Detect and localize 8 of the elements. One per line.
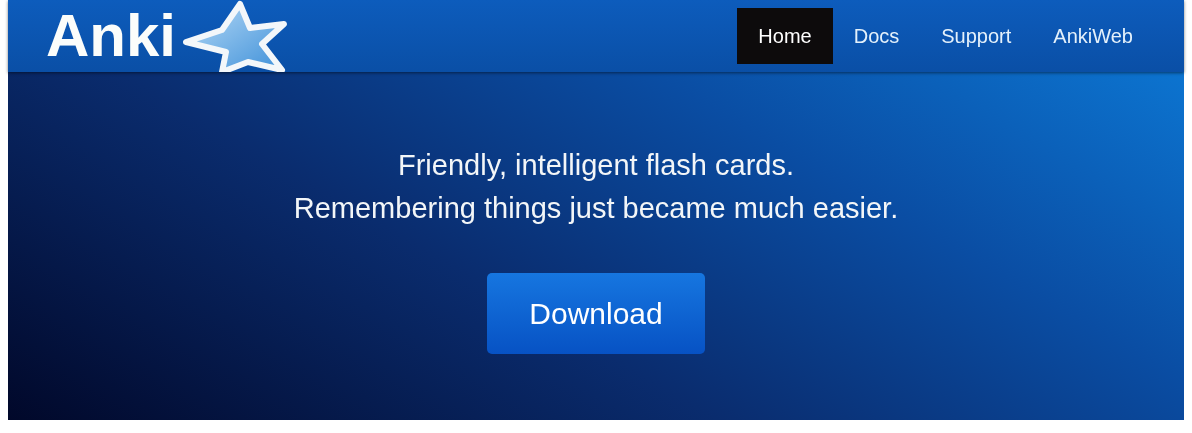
nav-link[interactable]: Home <box>737 8 833 64</box>
download-button[interactable]: Download <box>487 273 705 354</box>
tagline-text: Remembering things just became much easier. <box>293 191 899 226</box>
tagline-text: Friendly, intelligent flash cards. <box>397 148 795 183</box>
logo-text[interactable]: Anki <box>46 6 177 66</box>
nav-link[interactable]: Support <box>920 8 1033 64</box>
nav-link[interactable]: Docs <box>832 8 921 64</box>
nav-link[interactable]: AnkiWeb <box>1032 8 1154 64</box>
